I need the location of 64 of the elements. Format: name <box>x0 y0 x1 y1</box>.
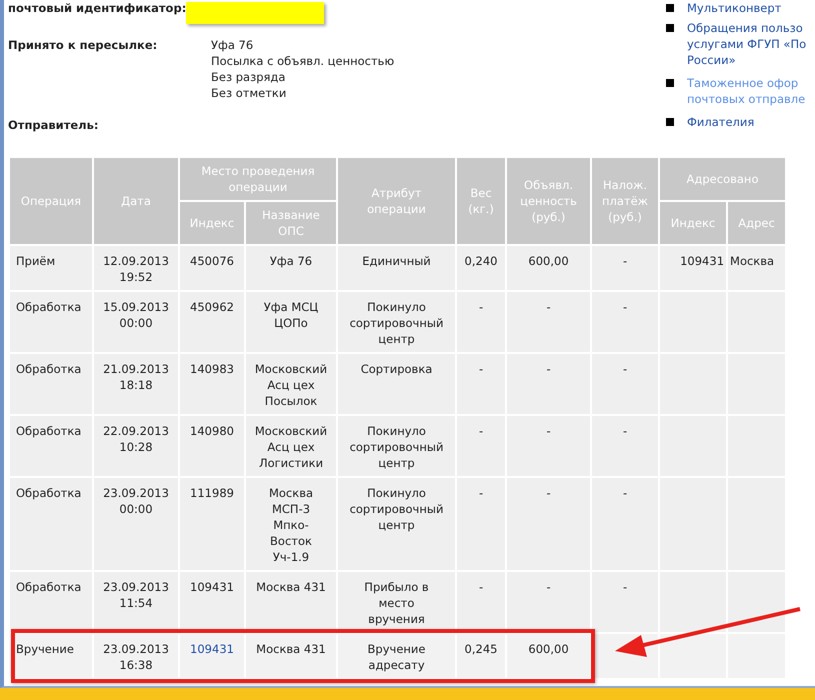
field-value: Без отметки <box>211 85 288 101</box>
table-cell: - <box>506 477 592 571</box>
table-cell: Покинуло сортировочный центр <box>337 477 456 571</box>
bullet-icon <box>666 118 674 126</box>
table-cell: Покинуло сортировочный центр <box>337 291 456 353</box>
table-cell: 22.09.2013 10:28 <box>93 415 179 477</box>
table-cell: 109431 <box>659 245 728 291</box>
field-value: Посылка с объявл. ценностью <box>211 53 394 69</box>
table-cell: - <box>591 291 660 353</box>
table-cell: Обработка <box>9 571 93 633</box>
table-cell: 23.09.2013 16:38 <box>93 633 179 679</box>
field-value: Уфа 76 <box>211 37 254 53</box>
table-cell: 15.09.2013 00:00 <box>93 291 179 353</box>
table-cell: Обработка <box>9 353 93 415</box>
table-cell: - <box>591 353 660 415</box>
table-cell: Единичный <box>337 245 456 291</box>
table-cell: 600,00 <box>506 245 592 291</box>
table-cell: 0,240 <box>456 245 506 291</box>
nav-link[interactable]: Мультиконверт <box>687 0 782 16</box>
table-cell: - <box>506 291 592 353</box>
field-label: Отправитель: <box>8 117 100 133</box>
table-cell: Обработка <box>9 291 93 353</box>
table-cell: - <box>591 415 660 477</box>
table-cell: - <box>506 415 592 477</box>
table-cell: - <box>456 477 506 571</box>
table-cell: 21.09.2013 18:18 <box>93 353 179 415</box>
bullet-icon <box>666 79 674 87</box>
field-label: Принято к пересылке: <box>8 37 158 54</box>
table-cell: 140983 <box>179 353 245 415</box>
table-cell: Обработка <box>9 477 93 571</box>
table-cell: - <box>506 353 592 415</box>
table-cell: - <box>456 291 506 353</box>
table-cell: 450076 <box>179 245 245 291</box>
table-cell: Покинуло сортировочный центр <box>337 415 456 477</box>
table-cell: - <box>591 245 660 291</box>
table-cell: 0,245 <box>456 633 506 679</box>
nav-link[interactable]: Обращения пользо услугами ФГУП «По России» <box>687 20 806 68</box>
table-cell: Уфа 76 <box>245 245 338 291</box>
table-cell: Московский Асц цех Логистики <box>245 415 338 477</box>
table-cell: Уфа МСЦ ЦОПо <box>245 291 338 353</box>
field-label: почтовый идентификатор: <box>8 0 186 17</box>
table-cell: - <box>591 571 660 633</box>
table-cell: - <box>591 477 660 571</box>
table-cell: Вручение <box>9 633 93 679</box>
table-cell: 450962 <box>179 291 245 353</box>
table-cell: Московский Асц цех Посылок <box>245 353 338 415</box>
table-cell: 23.09.2013 00:00 <box>93 477 179 571</box>
table-cell: 12.09.2013 19:52 <box>93 245 179 291</box>
bullet-icon <box>666 4 674 12</box>
table-cell: - <box>456 415 506 477</box>
table-cell: Приём <box>9 245 93 291</box>
nav-link[interactable]: Филателия <box>687 114 754 130</box>
table-cell: Сортировка <box>337 353 456 415</box>
table-cell: 600,00 <box>506 633 592 679</box>
table-cell: Москва <box>727 245 786 291</box>
field-value: Без разряда <box>211 69 286 85</box>
table-cell: Вручение адресату <box>337 633 456 679</box>
table-cell: - <box>456 353 506 415</box>
bullet-icon <box>666 24 674 32</box>
table-cell: 140980 <box>179 415 245 477</box>
table-cell: 111989 <box>179 477 245 571</box>
table-cell: Москва 431 <box>245 633 338 679</box>
table-cell: Москва МСП-3 Мпко- Восток Уч-1.9 <box>245 477 338 571</box>
table-cell: Обработка <box>9 415 93 477</box>
